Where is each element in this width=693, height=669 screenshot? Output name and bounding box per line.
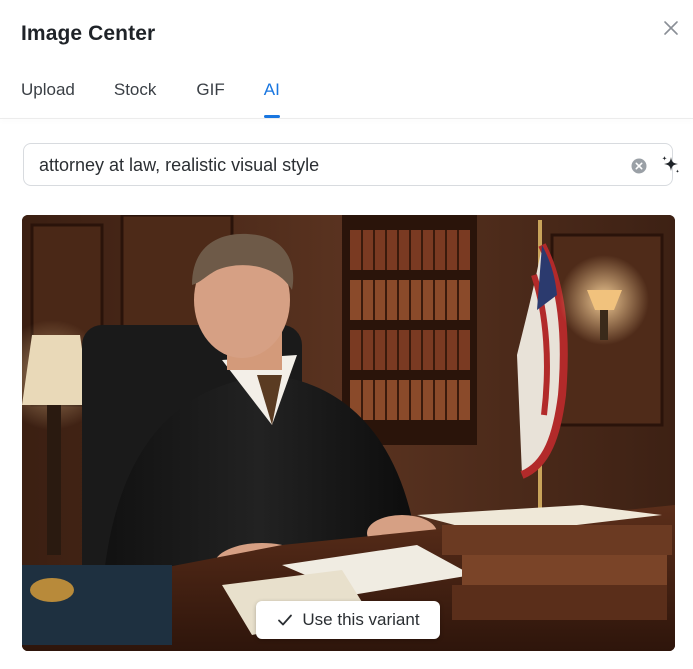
use-variant-button[interactable]: Use this variant: [256, 601, 440, 639]
judge-scene-illustration: [22, 215, 675, 651]
image-center-dialog: Image Center Upload Stock GIF AI attorne…: [0, 0, 693, 669]
close-button[interactable]: [659, 16, 683, 40]
dialog-title: Image Center: [21, 22, 156, 45]
sparkle-icon[interactable]: [660, 154, 682, 176]
tab-divider: [0, 118, 693, 119]
check-icon: [278, 614, 293, 626]
tab-stock[interactable]: Stock: [114, 78, 157, 118]
close-icon: [664, 21, 678, 35]
tab-ai[interactable]: AI: [263, 78, 280, 118]
tab-bar: Upload Stock GIF AI: [21, 78, 280, 118]
use-variant-label: Use this variant: [302, 610, 420, 629]
tab-gif[interactable]: GIF: [196, 78, 224, 118]
prompt-input[interactable]: [39, 153, 599, 177]
clear-icon[interactable]: [631, 158, 647, 174]
generated-image[interactable]: Use this variant: [22, 215, 675, 651]
prompt-search-box: [23, 143, 680, 186]
tab-upload[interactable]: Upload: [21, 78, 75, 118]
